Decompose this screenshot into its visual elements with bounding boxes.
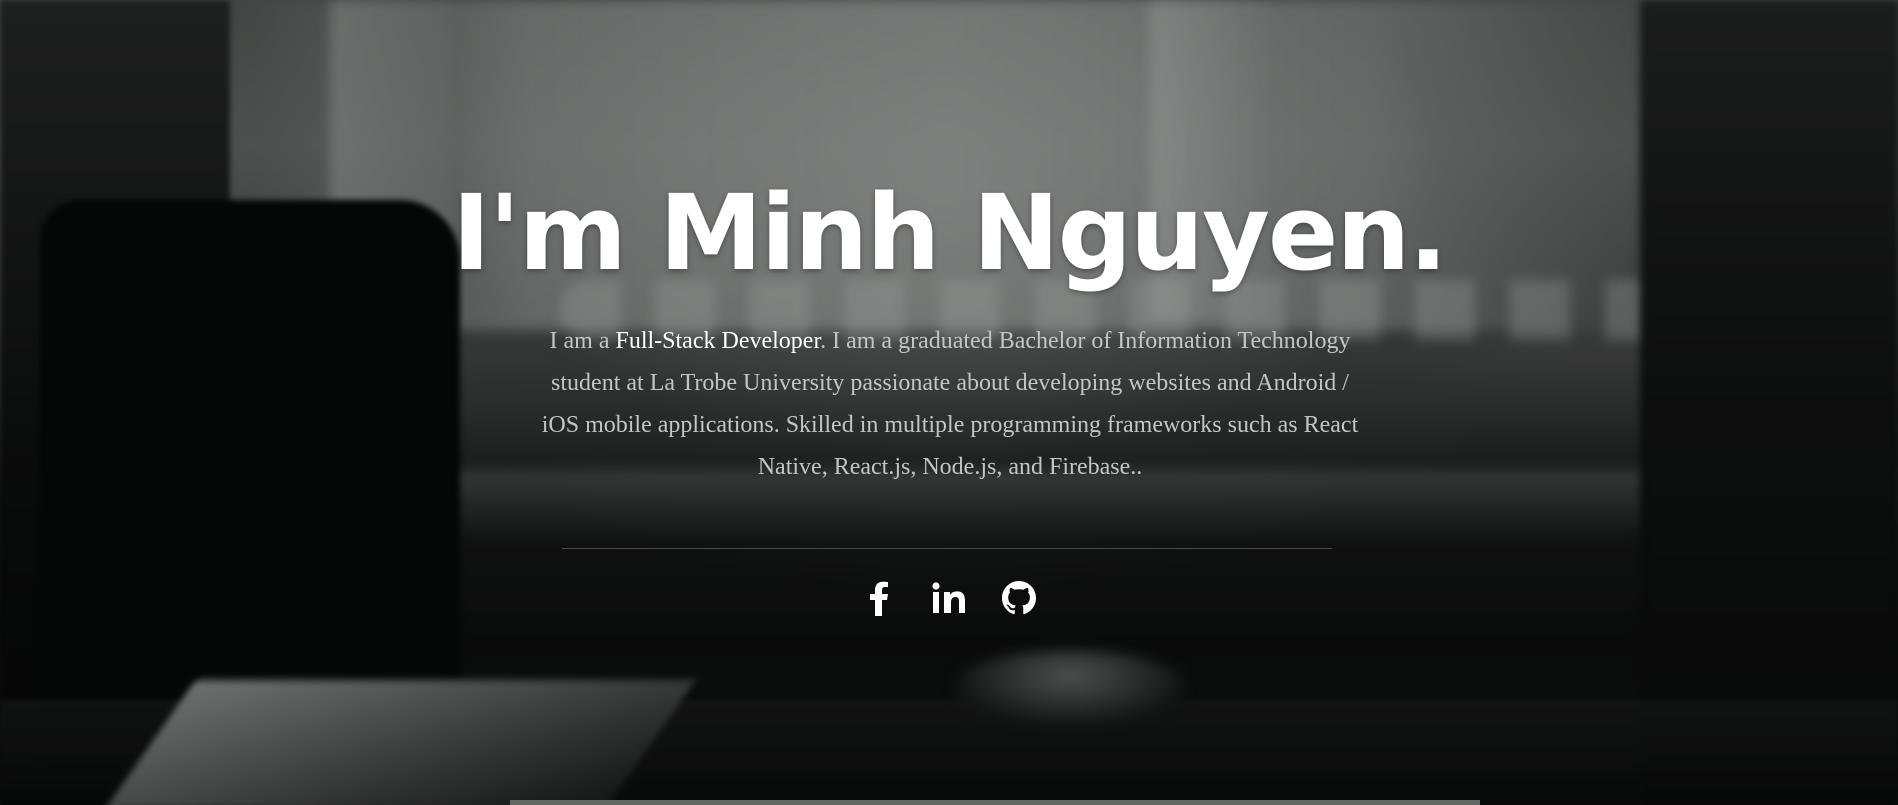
hero-headline: I'm Minh Nguyen. [452, 172, 1448, 294]
facebook-link[interactable] [861, 578, 897, 622]
facebook-icon [869, 580, 889, 621]
hero-content: I'm Minh Nguyen. I am a Full-Stack Devel… [0, 0, 1898, 805]
github-link[interactable] [1001, 578, 1037, 622]
hero-section: I'm Minh Nguyen. I am a Full-Stack Devel… [0, 0, 1898, 805]
bio-highlight-role: Full-Stack Developer [615, 328, 821, 354]
social-links [0, 578, 1898, 622]
hero-bio: I am a Full-Stack Developer. I am a grad… [530, 320, 1370, 488]
linkedin-icon [932, 581, 966, 619]
github-icon [1002, 580, 1036, 620]
bio-prefix: I am a [549, 328, 616, 354]
hero-divider [562, 548, 1332, 549]
linkedin-link[interactable] [931, 578, 967, 622]
